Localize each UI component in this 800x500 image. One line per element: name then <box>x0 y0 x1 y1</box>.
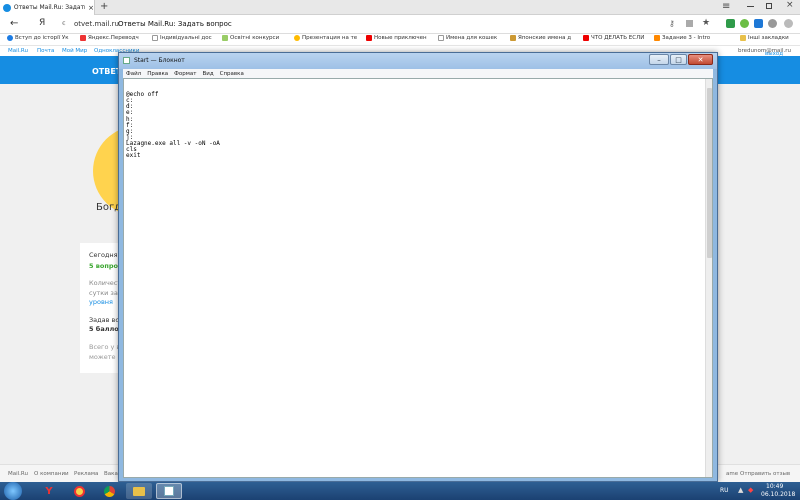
minimize-icon[interactable] <box>747 6 754 7</box>
bookmark-item[interactable]: Имена для кошек <box>438 35 497 41</box>
taskbar-yandex-icon[interactable]: Y <box>36 483 62 499</box>
nav-link[interactable]: Mail.Ru <box>8 48 28 54</box>
download-icon[interactable] <box>686 20 693 27</box>
limit-text: сутки зав <box>89 289 122 297</box>
level-link[interactable]: уровня <box>89 298 113 306</box>
extension-camera-icon[interactable] <box>726 19 735 28</box>
site-header-label: ОТВЕТ <box>92 67 122 76</box>
bookmark-favicon-icon <box>438 35 444 41</box>
close-icon[interactable]: × <box>786 0 794 10</box>
notepad-text-area[interactable]: @echo off c: d: e: h: f: g: j: Lazagne.e… <box>123 78 713 478</box>
mail-ru-favicon-icon <box>3 3 11 12</box>
bookmark-favicon-icon <box>222 35 228 41</box>
notepad-vertical-scrollbar[interactable] <box>705 79 712 477</box>
taskbar-yandex-browser-icon[interactable] <box>66 483 92 499</box>
nav-link[interactable]: Мой Мир <box>62 48 87 54</box>
restore-icon[interactable] <box>766 3 772 9</box>
bookmark-favicon-icon <box>654 35 660 41</box>
browser-tab-bar: Ответы Mail.Ru: Задать в × + ≡ × <box>0 0 800 15</box>
menu-help[interactable]: Справка <box>220 71 244 77</box>
bookmark-favicon-icon <box>510 35 516 41</box>
address-bar: ← Я ꞓ otvet.mail.ru Ответы Mail.Ru: Зада… <box>0 15 800 34</box>
notepad-content: @echo off c: d: e: h: f: g: j: Lazagne.e… <box>126 91 220 160</box>
bookmark-item[interactable]: Індивідуальні дос <box>152 35 212 41</box>
browser-menu-icon[interactable]: ≡ <box>722 1 730 12</box>
tab-title: Ответы Mail.Ru: Задать в <box>13 4 85 11</box>
total-text: Всего у в <box>89 343 121 351</box>
bookmark-favicon-icon <box>7 35 13 41</box>
taskbar-notepad-icon[interactable] <box>156 483 182 499</box>
language-indicator[interactable]: RU <box>720 487 729 494</box>
notepad-window: Start — Блокнот – □ ✕ Файл Правка Формат… <box>118 52 718 482</box>
bookmarks-bar: Вступ до історії Ук Яндекс.Переводч Інди… <box>0 34 800 46</box>
notepad-minimize-button[interactable]: – <box>649 54 669 65</box>
menu-view[interactable]: Вид <box>202 71 213 77</box>
key-icon[interactable]: ⚷ <box>669 19 675 28</box>
questions-count: 5 вопрос <box>89 262 122 270</box>
tray-arrow-icon[interactable]: ▲ <box>738 486 743 494</box>
taskbar-explorer-icon[interactable] <box>126 483 152 499</box>
taskbar-chrome-icon[interactable] <box>96 483 122 499</box>
chrome-icon <box>103 485 115 497</box>
url-field[interactable]: otvet.mail.ru <box>74 20 119 28</box>
menu-format[interactable]: Формат <box>174 71 196 77</box>
today-label: Сегодня <box>89 251 118 259</box>
star-bookmark-icon[interactable]: ★ <box>702 18 710 28</box>
footer-link[interactable]: Вака <box>104 471 118 477</box>
notepad-icon <box>164 486 174 496</box>
notepad-maximize-button[interactable]: □ <box>670 54 687 65</box>
menu-edit[interactable]: Правка <box>147 71 168 77</box>
scrollbar-thumb[interactable] <box>707 88 712 258</box>
notepad-titlebar[interactable]: Start — Блокнот – □ ✕ <box>119 53 717 69</box>
new-tab-button[interactable]: + <box>100 1 108 12</box>
browser-tab[interactable]: Ответы Mail.Ru: Задать в × <box>0 0 95 15</box>
footer-link[interactable]: ame <box>726 471 738 477</box>
extension-download-icon[interactable] <box>740 19 749 28</box>
yandex-logo-icon[interactable]: Я <box>39 18 45 28</box>
bookmark-item[interactable]: ЧТО ДЕЛАТЬ ЕСЛИ <box>583 35 644 41</box>
ask-label: Задав во <box>89 316 120 324</box>
clock-date[interactable]: 06.10.2018 <box>761 491 795 498</box>
bookmark-item[interactable]: Презентация на те <box>294 35 357 41</box>
clock-time[interactable]: 10:49 <box>766 483 783 490</box>
network-warning-icon[interactable]: ◆ <box>748 486 753 494</box>
other-bookmarks[interactable]: Інші закладки <box>740 35 789 41</box>
bookmark-item[interactable]: Новые приключен <box>366 35 427 41</box>
notepad-close-button[interactable]: ✕ <box>688 54 713 65</box>
yandex-letter-icon: Y <box>45 485 53 497</box>
notepad-app-icon <box>123 57 130 64</box>
bookmark-favicon-icon <box>80 35 86 41</box>
footer-link[interactable]: Реклама <box>74 471 98 477</box>
notepad-title: Start — Блокнот <box>134 57 185 64</box>
start-button-icon[interactable] <box>4 482 22 500</box>
back-arrow-icon[interactable]: ← <box>10 18 18 29</box>
notepad-menubar: Файл Правка Формат Вид Справка <box>123 69 713 78</box>
bookmark-item[interactable]: Вступ до історії Ук <box>7 35 69 41</box>
extension-s-icon[interactable] <box>754 19 763 28</box>
extension-dots-icon[interactable] <box>784 19 793 28</box>
bookmark-item[interactable]: Задание 3 - Intro <box>654 35 710 41</box>
page-title-in-address: Ответы Mail.Ru: Задать вопрос <box>118 20 232 28</box>
limit-text: Количест <box>89 279 122 287</box>
bookmark-item[interactable]: Освітні конкурси <box>222 35 279 41</box>
bookmark-item[interactable]: Японские имена д <box>510 35 571 41</box>
bookmark-favicon-icon <box>152 35 158 41</box>
folder-icon <box>740 35 746 41</box>
tab-close-icon[interactable]: × <box>88 4 94 12</box>
windows-taskbar: Y RU ▲ ◆ 10:49 06.10.2018 <box>0 482 800 500</box>
feedback-link[interactable]: Отправить отзыв <box>740 471 790 477</box>
folder-icon <box>133 486 145 496</box>
bookmark-item[interactable]: Яндекс.Переводч <box>80 35 139 41</box>
refresh-icon[interactable]: ꞓ <box>62 19 65 28</box>
nav-link[interactable]: Почта <box>37 48 54 54</box>
bookmark-favicon-icon <box>583 35 589 41</box>
menu-file[interactable]: Файл <box>126 71 141 77</box>
bookmark-favicon-icon <box>294 35 300 41</box>
footer-link[interactable]: Mail.Ru <box>8 471 28 477</box>
footer-link[interactable]: О компании <box>34 471 69 477</box>
total-text: можете з <box>89 353 122 361</box>
bookmark-favicon-icon <box>366 35 372 41</box>
yandex-browser-icon <box>73 485 85 497</box>
extension-grey-icon[interactable] <box>768 19 777 28</box>
